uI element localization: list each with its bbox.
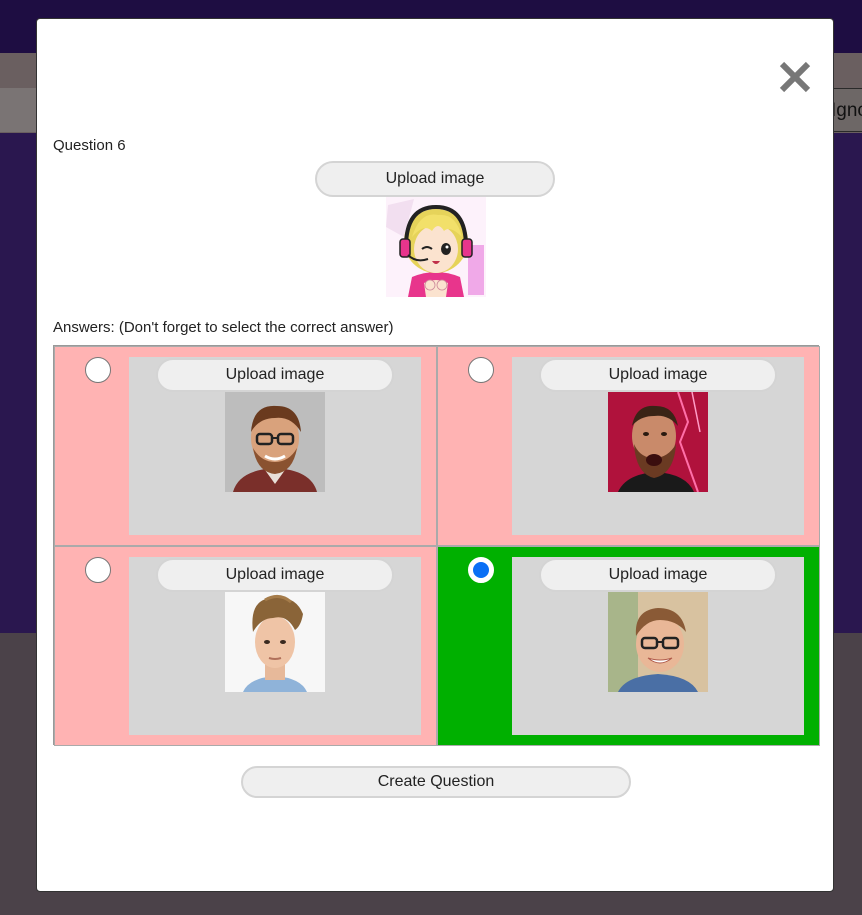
answer-3-panel: Upload image	[129, 557, 421, 735]
answer-4-radio[interactable]	[468, 557, 494, 583]
question-image	[386, 197, 486, 297]
answer-3-upload-image-button[interactable]: Upload image	[156, 558, 394, 592]
answer-2-panel: Upload image	[512, 357, 804, 535]
background-input	[0, 88, 40, 132]
answer-option-1[interactable]: Upload image	[54, 346, 437, 546]
answer-4-panel: Upload image	[512, 557, 804, 735]
radio-selected-dot	[473, 562, 489, 578]
close-icon[interactable]	[777, 59, 813, 95]
answers-label: Answers: (Don't forget to select the cor…	[53, 319, 394, 336]
answer-2-upload-image-button[interactable]: Upload image	[539, 358, 777, 392]
answer-3-image	[225, 592, 325, 692]
answer-2-image	[608, 391, 708, 493]
create-question-modal: Question 6 Upload image Answers: (Don't …	[36, 18, 834, 892]
question-number-label: Question 6	[53, 137, 126, 154]
answer-3-radio[interactable]	[85, 557, 111, 583]
question-upload-image-button[interactable]: Upload image	[315, 161, 555, 197]
answer-1-panel: Upload image	[129, 357, 421, 535]
answer-option-2[interactable]: Upload image	[437, 346, 820, 546]
answer-4-upload-image-button[interactable]: Upload image	[539, 558, 777, 592]
answer-4-image	[608, 592, 708, 692]
answer-1-image	[225, 392, 325, 492]
answer-1-upload-image-button[interactable]: Upload image	[156, 358, 394, 392]
answer-1-radio[interactable]	[85, 357, 111, 383]
answer-option-4[interactable]: Upload image	[437, 546, 820, 746]
answers-grid: Upload image Upload image Upload image U…	[53, 345, 820, 746]
create-question-button[interactable]: Create Question	[241, 766, 631, 798]
answer-2-radio[interactable]	[468, 357, 494, 383]
answer-option-3[interactable]: Upload image	[54, 546, 437, 746]
